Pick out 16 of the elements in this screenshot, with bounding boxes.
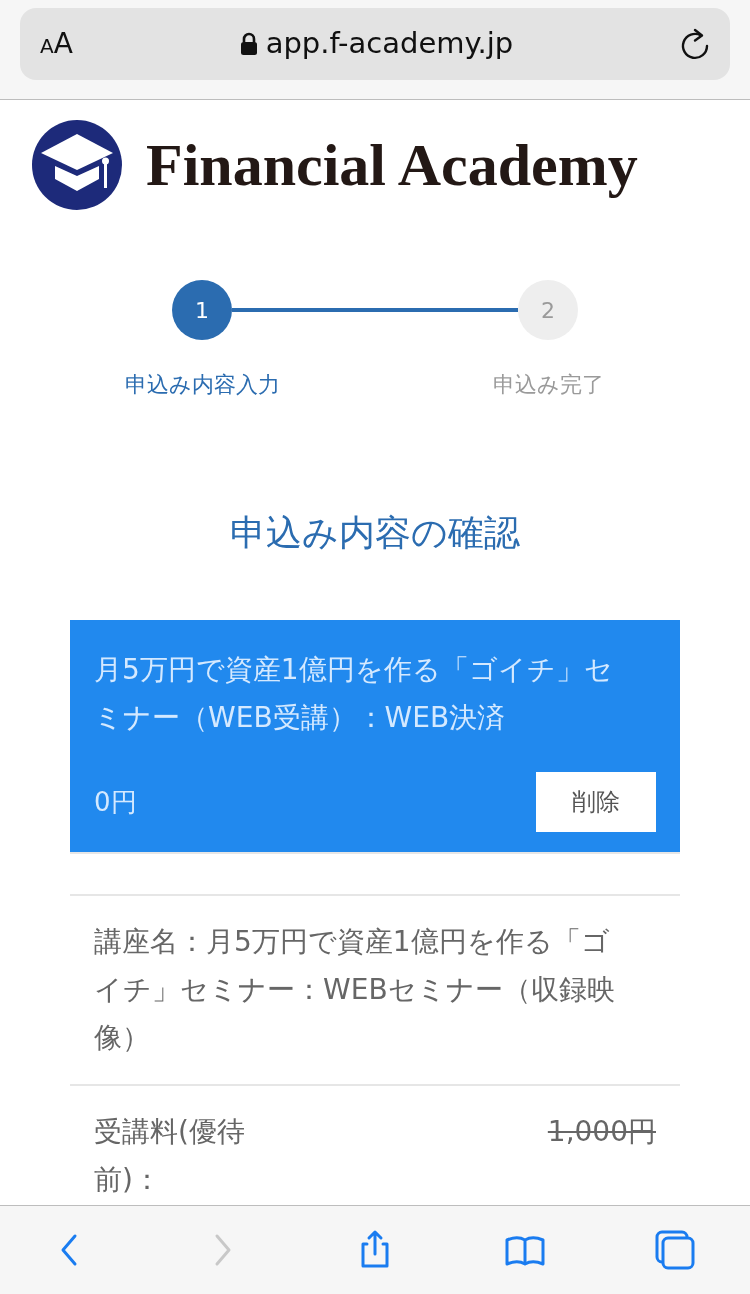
fee-label: 受講料(優待前)： <box>94 1114 246 1199</box>
step-label: 申込み内容入力 <box>124 371 280 399</box>
text-size-button[interactable]: AA <box>40 30 73 58</box>
url-text: app.f-academy.jp <box>265 25 514 63</box>
step-number[interactable]: 1 <box>172 280 232 340</box>
page-heading: 申込み内容の確認 <box>229 511 521 555</box>
price-text: 0円 <box>94 785 137 819</box>
course-title: 月5万円で資産1億円を作る「ゴイチ」セミナー（WEB受講）：WEB決済 <box>94 652 614 737</box>
step-label: 申込み完了 <box>492 371 604 399</box>
reload-icon[interactable] <box>680 28 710 60</box>
address-bar[interactable]: AA app.f-academy.jp <box>20 8 730 80</box>
remove-button[interactable]: 削除 <box>536 772 656 833</box>
fee-value: 1,000円 <box>547 1114 656 1151</box>
course-name-text: 講座名：月5万円で資産1億円を作る「ゴイチ」セミナー：WEBセミナー（収録映像） <box>94 924 616 1057</box>
tabs-icon[interactable] <box>653 1228 697 1272</box>
graduation-cap-icon <box>32 120 122 210</box>
